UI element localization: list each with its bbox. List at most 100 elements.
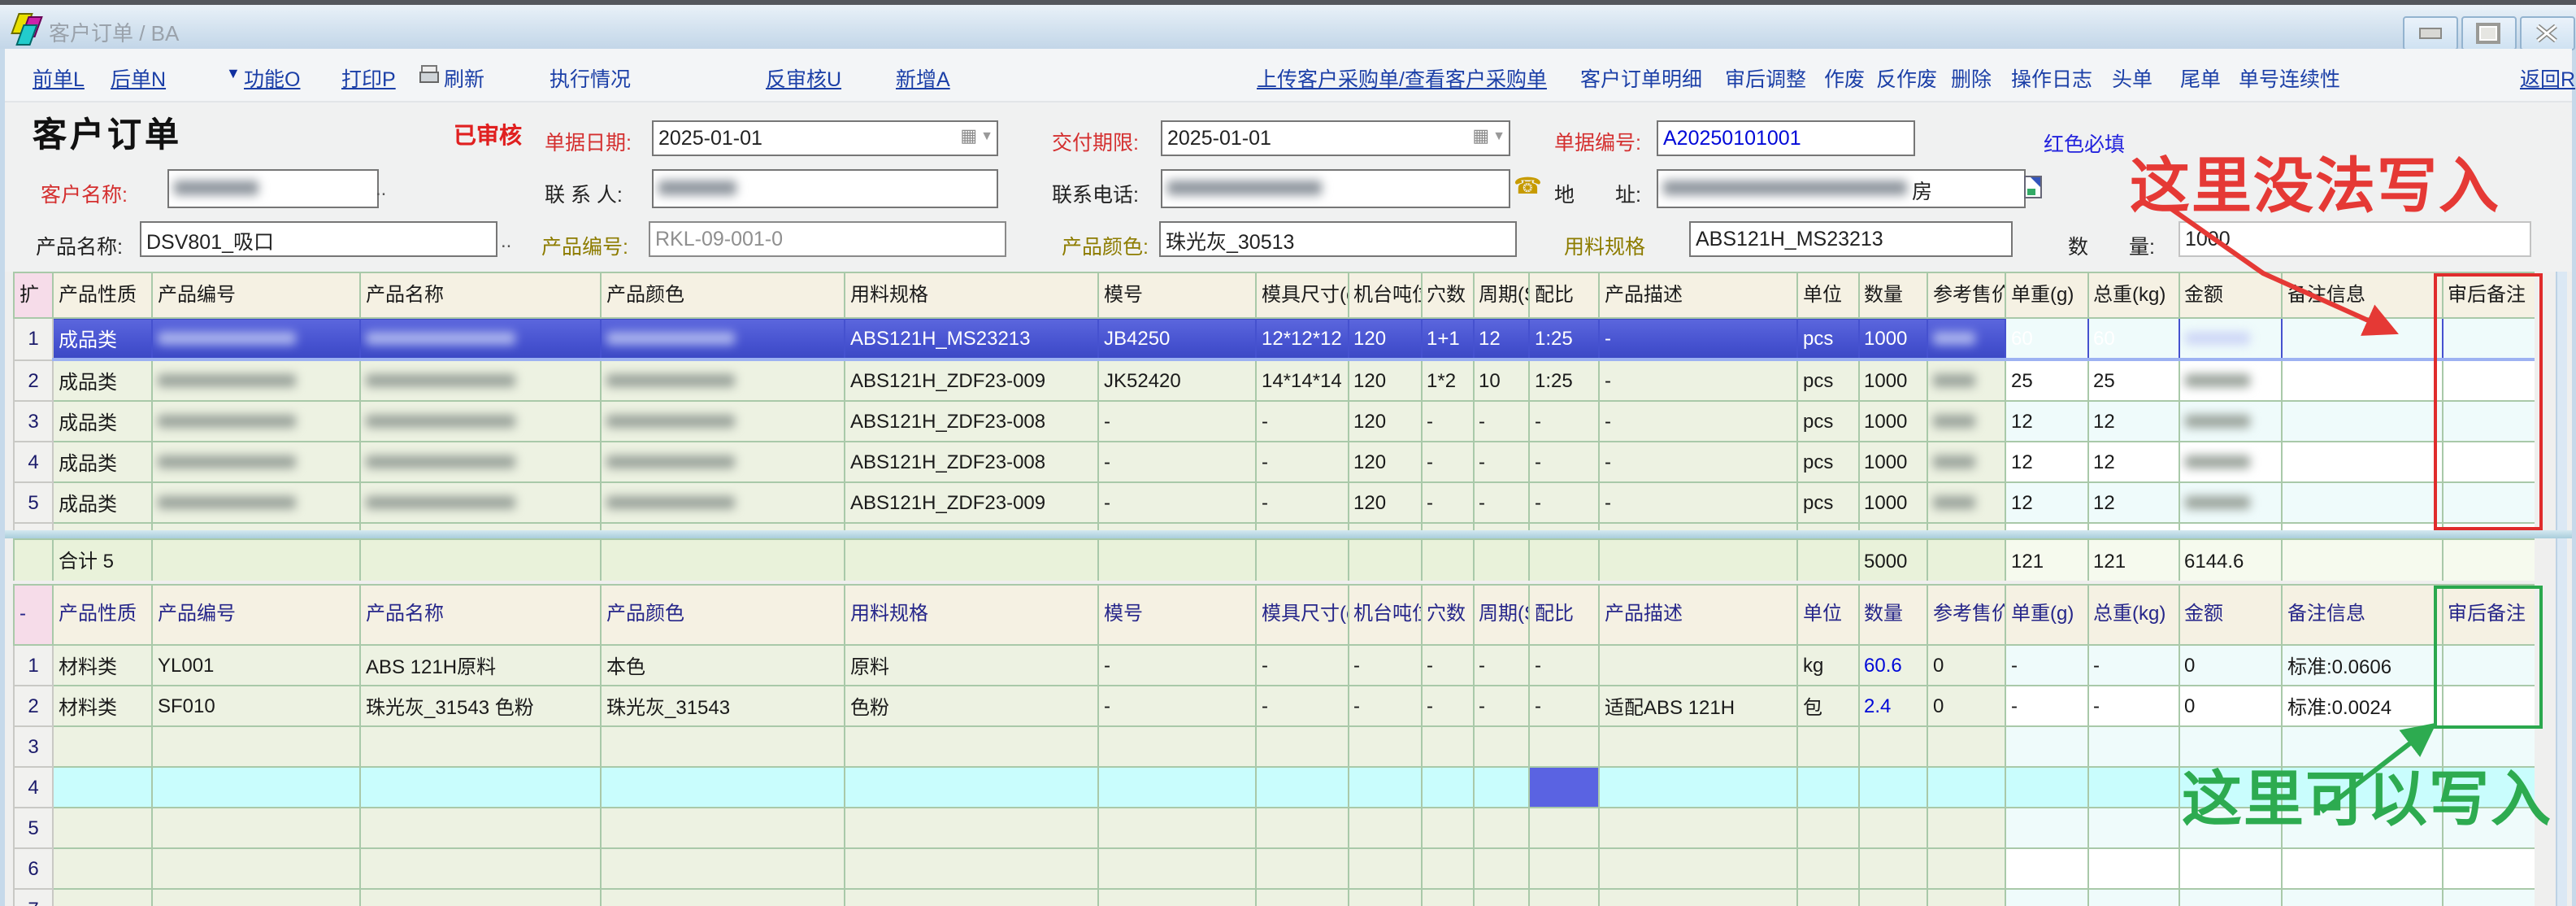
column-header[interactable]: 模号	[1098, 272, 1256, 318]
column-header[interactable]: 备注信息	[2282, 272, 2442, 318]
grid-cell[interactable]: pcs	[1797, 482, 1858, 523]
doc-no-continuity-button[interactable]: 单号连续性	[2239, 62, 2340, 93]
grid-cell[interactable]: ABS121H_ZDF23-009	[845, 359, 1098, 401]
product-color-input[interactable]: 珠光灰_30513	[1159, 221, 1517, 257]
grid-cell[interactable]	[1599, 767, 1797, 808]
grid-cell[interactable]	[2442, 848, 2535, 889]
grid-cell[interactable]: -	[1098, 645, 1256, 686]
customer-name-input[interactable]	[167, 169, 379, 208]
row-number[interactable]: 6	[14, 848, 53, 889]
grid-cell[interactable]	[152, 767, 360, 808]
prev-doc-button[interactable]: 前单L	[33, 62, 85, 93]
grid-cell[interactable]: -	[1529, 442, 1599, 482]
corner-header[interactable]: 扩	[14, 272, 53, 318]
grid-cell[interactable]: -	[1256, 401, 1348, 442]
column-header[interactable]: 产品颜色	[601, 585, 845, 645]
grid-cell[interactable]: -	[1098, 401, 1256, 442]
grid-cell[interactable]: 12	[2087, 401, 2179, 442]
grid-cell[interactable]	[360, 726, 601, 767]
grid-cell[interactable]	[1927, 767, 2005, 808]
attachment-icon[interactable]	[2024, 176, 2042, 198]
grid-cell[interactable]: -	[1599, 318, 1797, 359]
column-header[interactable]: 产品性质	[53, 585, 152, 645]
column-header[interactable]: 产品颜色	[601, 272, 845, 318]
grid-cell[interactable]: 12	[2005, 442, 2087, 482]
grid-cell[interactable]: 120	[1348, 482, 1421, 523]
row-number[interactable]: 2	[14, 359, 53, 401]
grid-cell[interactable]	[1098, 808, 1256, 848]
grid-cell[interactable]	[360, 482, 601, 523]
grid-cell[interactable]	[1858, 848, 1927, 889]
grid-cell[interactable]: -	[1473, 442, 1529, 482]
grid-cell[interactable]: -	[1529, 401, 1599, 442]
grid-cell[interactable]	[1256, 848, 1348, 889]
quantity-input[interactable]: 1000	[2179, 221, 2531, 257]
grid-cell[interactable]: 1000	[1858, 442, 1927, 482]
grid-cell[interactable]: 12	[1473, 318, 1529, 359]
grid-cell[interactable]: 成品类	[53, 482, 152, 523]
grid-cell[interactable]: 1+1	[1421, 318, 1473, 359]
grid-cell[interactable]	[1927, 318, 2005, 359]
grid-cell[interactable]: 成品类	[53, 359, 152, 401]
grid-cell[interactable]	[2282, 442, 2442, 482]
grid-cell[interactable]	[2005, 808, 2087, 848]
grid-cell[interactable]	[1256, 523, 1348, 530]
grid-cell[interactable]	[2282, 889, 2442, 906]
grid-cell[interactable]	[2087, 808, 2179, 848]
grid-cell[interactable]: 1:25	[1529, 359, 1599, 401]
column-header[interactable]: 参考售价	[1927, 585, 2005, 645]
deliver-date-input[interactable]: 2025-01-01 ▦▼	[1161, 120, 1510, 156]
corner-header[interactable]: -	[14, 585, 53, 645]
grid-cell[interactable]	[360, 523, 601, 530]
grid-cell[interactable]: -	[1098, 686, 1256, 726]
row-number[interactable]: 1	[14, 318, 53, 359]
grid-cell[interactable]: 25	[2087, 359, 2179, 401]
grid-cell[interactable]	[2005, 889, 2087, 906]
unapprove-button[interactable]: 反审核U	[766, 62, 841, 93]
grid-cell[interactable]	[152, 442, 360, 482]
column-header[interactable]: 周期(S)	[1473, 272, 1529, 318]
grid-cell[interactable]	[1797, 523, 1858, 530]
grid-cell[interactable]	[1529, 523, 1599, 530]
chevron-down-icon[interactable]: ▼	[980, 128, 993, 143]
grid-cell[interactable]: 10	[1473, 359, 1529, 401]
grid-cell[interactable]: 0	[2179, 645, 2282, 686]
grid-cell[interactable]: 成品类	[53, 442, 152, 482]
grid-cell[interactable]	[1348, 808, 1421, 848]
grid-cell[interactable]: -	[1473, 482, 1529, 523]
grid-cell[interactable]: -	[1256, 482, 1348, 523]
grid-cell[interactable]	[360, 359, 601, 401]
grid-cell[interactable]	[1529, 808, 1599, 848]
column-header[interactable]: 产品编号	[152, 585, 360, 645]
grid-cell[interactable]: -	[1348, 686, 1421, 726]
row-number[interactable]: 4	[14, 442, 53, 482]
grid-cell[interactable]	[1858, 726, 1927, 767]
column-header[interactable]: 机台吨位(T)	[1348, 585, 1421, 645]
return-button[interactable]: 返回R	[2520, 62, 2575, 93]
column-header[interactable]: 模具尺寸(cm)	[1256, 585, 1348, 645]
grid-cell[interactable]: -	[1473, 686, 1529, 726]
column-header[interactable]: 单位	[1797, 272, 1858, 318]
grid-cell[interactable]	[2087, 848, 2179, 889]
grid-cell[interactable]: 12	[2005, 401, 2087, 442]
grid-cell[interactable]	[2087, 523, 2179, 530]
grid-cell[interactable]	[601, 359, 845, 401]
grid-cell[interactable]: pcs	[1797, 401, 1858, 442]
grid-cell[interactable]	[845, 726, 1098, 767]
grid-cell[interactable]: 标准:0.0024	[2282, 686, 2442, 726]
grid-cell[interactable]	[1529, 889, 1599, 906]
grid-cell[interactable]: ABS 121H原料	[360, 645, 601, 686]
grid-cell[interactable]	[1927, 482, 2005, 523]
grid-cell[interactable]: -	[1421, 686, 1473, 726]
grid-cell[interactable]	[1421, 848, 1473, 889]
grid-cell[interactable]	[2087, 726, 2179, 767]
grid-cell[interactable]	[1858, 889, 1927, 906]
grid-cell[interactable]	[1348, 523, 1421, 530]
column-header[interactable]: 配比	[1529, 272, 1599, 318]
grid-cell[interactable]	[1927, 889, 2005, 906]
grid-cell[interactable]: 12	[2087, 482, 2179, 523]
grid-cell[interactable]	[1256, 726, 1348, 767]
grid-cell[interactable]	[1348, 726, 1421, 767]
grid-cell[interactable]: 1000	[1858, 359, 1927, 401]
grid-cell[interactable]: pcs	[1797, 442, 1858, 482]
